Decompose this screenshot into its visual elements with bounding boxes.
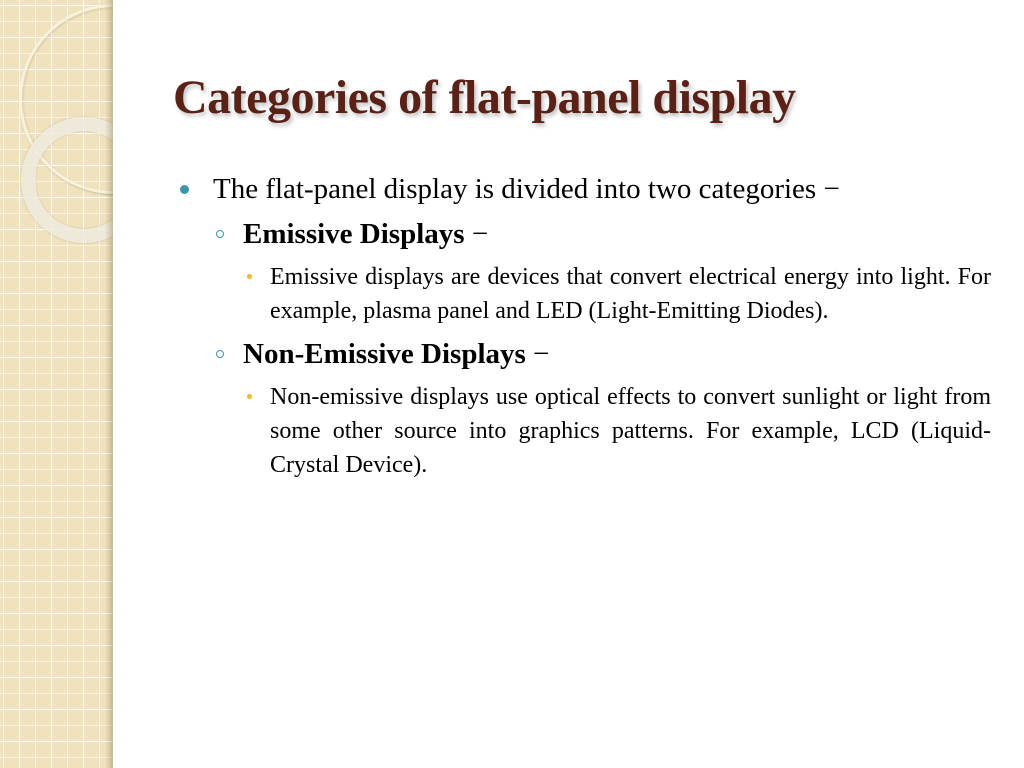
slide-title: Categories of flat-panel display <box>173 71 796 124</box>
decorative-sidebar <box>0 0 113 768</box>
bullet-intro-text: The flat-panel display is divided into t… <box>213 173 840 205</box>
category-heading-non-emissive: Non-Emissive Displays − <box>176 334 991 374</box>
category-detail-emissive: Emissive displays are devices that conve… <box>176 260 991 328</box>
category-detail-text: Emissive displays are devices that conve… <box>270 264 991 324</box>
category-detail-non-emissive: Non-emissive displays use optical effect… <box>176 380 991 482</box>
slide-body: The flat-panel display is divided into t… <box>176 168 991 482</box>
small-dot-bullet-icon <box>247 274 252 279</box>
sidebar-shadow <box>105 0 113 768</box>
filled-circle-bullet-icon <box>180 185 189 194</box>
hollow-circle-bullet-icon <box>216 230 224 238</box>
small-dot-bullet-icon <box>247 394 252 399</box>
category-heading-text: Non-Emissive Displays <box>243 338 526 370</box>
category-detail-text: Non-emissive displays use optical effect… <box>270 384 991 478</box>
category-heading-emissive: Emissive Displays − <box>176 214 991 254</box>
category-heading-text: Emissive Displays <box>243 218 465 250</box>
category-heading-dash: − <box>533 338 550 370</box>
hollow-circle-bullet-icon <box>216 350 224 358</box>
bullet-intro: The flat-panel display is divided into t… <box>176 168 991 210</box>
category-heading-dash: − <box>471 218 489 250</box>
